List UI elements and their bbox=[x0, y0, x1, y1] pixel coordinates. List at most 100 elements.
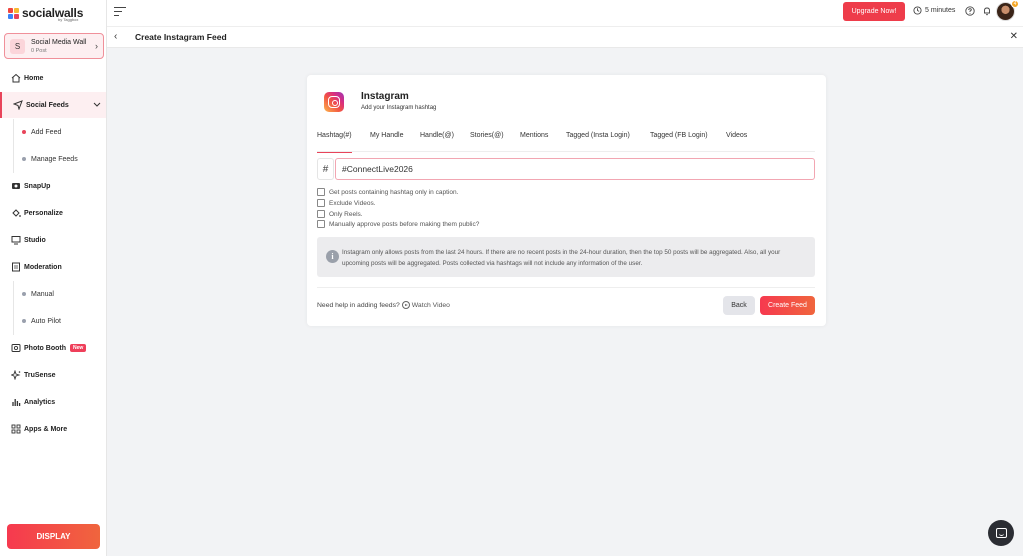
create-feed-button[interactable]: Create Feed bbox=[760, 296, 815, 315]
logo-mark-icon bbox=[8, 7, 19, 19]
sidebar-item-label: Home bbox=[24, 74, 44, 82]
upgrade-button[interactable]: Upgrade Now! bbox=[843, 2, 905, 21]
trial-timer[interactable]: 5 minutes bbox=[913, 6, 955, 15]
chevron-right-icon: › bbox=[95, 41, 98, 51]
top-bar: Upgrade Now! 5 minutes 4 bbox=[107, 0, 1023, 27]
avatar-badge: 4 bbox=[1011, 0, 1019, 8]
footer-divider bbox=[317, 287, 815, 288]
option-manual-approve[interactable]: Manually approve posts before making the… bbox=[317, 220, 479, 228]
watch-video-link[interactable]: Watch Video bbox=[401, 301, 450, 309]
sidebar-item-snapup[interactable]: SnapUp bbox=[0, 173, 106, 199]
apps-grid-icon bbox=[10, 424, 21, 435]
sidebar-item-label: Analytics bbox=[24, 398, 56, 406]
tabs-divider bbox=[317, 151, 815, 152]
paint-bucket-icon bbox=[10, 208, 21, 219]
option-label: Exclude Videos. bbox=[329, 199, 376, 207]
sparkle-icon bbox=[10, 370, 21, 381]
tab-hashtag[interactable]: Hashtag(#) bbox=[317, 132, 352, 153]
tab-tagged-insta-login[interactable]: Tagged (Insta Login) bbox=[566, 132, 630, 152]
sidebar-item-label: Social Feeds bbox=[26, 101, 69, 109]
dot-icon bbox=[22, 157, 26, 161]
option-exclude-videos[interactable]: Exclude Videos. bbox=[317, 199, 376, 207]
new-badge: New bbox=[70, 344, 87, 352]
option-label: Manually approve posts before making the… bbox=[329, 220, 480, 228]
sidebar-item-personalize[interactable]: Personalize bbox=[0, 200, 106, 226]
exclude-videos-checkbox[interactable] bbox=[317, 199, 325, 207]
chat-icon bbox=[995, 528, 1007, 538]
instagram-feed-card: Instagram Add your Instagram hashtag Has… bbox=[307, 75, 826, 326]
sidebar-item-photo-booth[interactable]: Photo Booth New bbox=[0, 335, 106, 361]
sidebar-item-label: Manual bbox=[31, 290, 54, 298]
card-title: Instagram bbox=[361, 91, 409, 102]
sidebar-item-label: Studio bbox=[24, 236, 46, 244]
sidebar: socialwalls by Taggbox S Social Media Wa… bbox=[0, 0, 107, 556]
share-icon bbox=[12, 100, 23, 111]
sidebar-item-label: Apps & More bbox=[24, 425, 68, 433]
sidebar-item-label: Auto Pilot bbox=[31, 317, 61, 325]
info-icon: i bbox=[326, 250, 339, 263]
home-icon bbox=[10, 73, 21, 84]
tab-videos[interactable]: Videos bbox=[726, 132, 747, 152]
option-caption-only[interactable]: Get posts containing hashtag only in cap… bbox=[317, 188, 458, 196]
page-header: ‹ Create Instagram Feed ✕ bbox=[107, 27, 1023, 48]
page-title: Create Instagram Feed bbox=[135, 32, 227, 42]
sidebar-item-moderation[interactable]: Moderation bbox=[0, 254, 106, 280]
instagram-icon bbox=[324, 92, 344, 112]
card-subtitle: Add your Instagram hashtag bbox=[361, 105, 437, 111]
menu-toggle-icon[interactable] bbox=[114, 6, 126, 17]
sidebar-item-add-feed[interactable]: Add Feed bbox=[0, 119, 106, 145]
tab-handle[interactable]: Handle(@) bbox=[420, 132, 454, 152]
option-label: Only Reels. bbox=[329, 210, 363, 218]
sidebar-item-trusense[interactable]: TruSense bbox=[0, 362, 106, 388]
monitor-icon bbox=[10, 235, 21, 246]
sidebar-item-apps-more[interactable]: Apps & More bbox=[0, 416, 106, 442]
chat-support-button[interactable] bbox=[988, 520, 1014, 546]
sidebar-item-label: Personalize bbox=[24, 209, 63, 217]
close-icon[interactable]: ✕ bbox=[1010, 31, 1018, 42]
info-notice: i Instagram only allows posts from the l… bbox=[317, 237, 815, 277]
wall-name: Social Media Wall bbox=[31, 38, 87, 46]
sidebar-item-manage-feeds[interactable]: Manage Feeds bbox=[0, 146, 106, 172]
wall-post-count: 0 Post bbox=[31, 47, 47, 54]
snapup-icon bbox=[10, 181, 21, 192]
dot-icon bbox=[22, 292, 26, 296]
sidebar-item-social-feeds[interactable]: Social Feeds bbox=[0, 92, 106, 118]
wall-selector[interactable]: S Social Media Wall 0 Post › bbox=[4, 33, 104, 59]
back-button[interactable]: Back bbox=[723, 296, 755, 315]
sidebar-item-label: Add Feed bbox=[31, 128, 62, 136]
sidebar-item-label: TruSense bbox=[24, 371, 56, 379]
sidebar-item-label: Photo Booth bbox=[24, 344, 66, 352]
option-only-reels[interactable]: Only Reels. bbox=[317, 210, 363, 218]
display-button[interactable]: DISPLAY bbox=[7, 524, 100, 549]
brand-sub: by Taggbox bbox=[58, 17, 79, 22]
only-reels-checkbox[interactable] bbox=[317, 210, 325, 218]
tab-mentions[interactable]: Mentions bbox=[520, 132, 548, 152]
tab-my-handle[interactable]: My Handle bbox=[370, 132, 403, 152]
help-icon[interactable] bbox=[965, 6, 975, 16]
sidebar-item-studio[interactable]: Studio bbox=[0, 227, 106, 253]
sidebar-item-manual[interactable]: Manual bbox=[0, 281, 106, 307]
bell-icon[interactable] bbox=[982, 6, 992, 16]
play-icon bbox=[401, 301, 410, 309]
tab-stories[interactable]: Stories(@) bbox=[470, 132, 504, 152]
photo-booth-icon bbox=[10, 343, 21, 354]
trial-timer-label: 5 minutes bbox=[925, 7, 956, 14]
hashtag-input[interactable] bbox=[335, 158, 815, 180]
caption-only-checkbox[interactable] bbox=[317, 188, 325, 196]
clock-icon bbox=[913, 6, 922, 15]
dot-icon bbox=[22, 319, 26, 323]
help-row: Need help in adding feeds? Watch Video bbox=[317, 301, 450, 309]
back-arrow-icon[interactable]: ‹ bbox=[114, 31, 117, 42]
sidebar-item-label: SnapUp bbox=[24, 182, 51, 190]
watch-video-label: Watch Video bbox=[411, 301, 450, 309]
moderation-icon bbox=[10, 262, 21, 273]
sidebar-item-analytics[interactable]: Analytics bbox=[0, 389, 106, 415]
manual-approve-checkbox[interactable] bbox=[317, 220, 325, 228]
wall-avatar: S bbox=[10, 38, 25, 54]
sidebar-item-label: Moderation bbox=[24, 263, 62, 271]
tab-tagged-fb-login[interactable]: Tagged (FB Login) bbox=[650, 132, 708, 152]
info-text: Instagram only allows posts from the las… bbox=[342, 249, 781, 267]
chevron-down-icon bbox=[93, 102, 101, 107]
sidebar-item-auto-pilot[interactable]: Auto Pilot bbox=[0, 308, 106, 334]
sidebar-item-home[interactable]: Home bbox=[0, 65, 106, 91]
